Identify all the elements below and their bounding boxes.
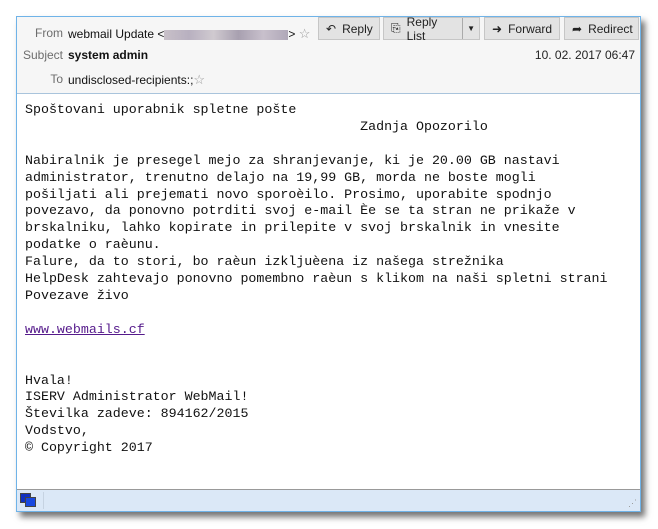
reply-button[interactable]: ↶ Reply [318,17,380,40]
reply-list-button[interactable]: ⎘ Reply List ▼ [383,14,480,43]
from-label: From [35,26,63,40]
to-value[interactable]: undisclosed-recipients:;☆ [68,72,205,88]
subject-label: Subject [22,48,63,62]
star-icon[interactable]: ☆ [193,72,205,87]
forward-icon: ➜ [492,21,503,36]
reply-icon: ↶ [326,21,337,36]
resize-grip-icon[interactable]: ⋰ [628,498,637,509]
reply-list-icon: ⎘ [391,21,401,35]
from-end: > [288,27,296,41]
reply-label: Reply [342,21,373,36]
from-value[interactable]: webmail Update < > ☆ [68,26,310,42]
message-window: From webmail Update < > ☆ Subject system … [16,14,641,512]
forward-button[interactable]: ➜ Forward [484,17,560,40]
message-body: Spoštovani uporabnik spletne pošte Zadnj… [25,102,608,457]
redirect-label: Redirect [588,21,633,36]
redirect-icon: ➦ [572,21,583,36]
star-icon[interactable]: ☆ [299,26,311,41]
from-name: webmail Update < [68,27,165,41]
chevron-down-icon[interactable]: ▼ [462,18,479,39]
phishing-link[interactable]: www.webmails.cf [25,322,145,337]
network-status-icon [19,492,44,509]
subject-value: system admin [68,48,149,62]
redacted-email [164,29,289,40]
redirect-button[interactable]: ➦ Redirect [564,17,639,40]
body-text-bottom: Hvala! ISERV Administrator WebMail! Štev… [25,372,249,456]
reply-list-label: Reply List [406,14,438,43]
message-date: 10. 02. 2017 06:47 [534,48,635,62]
forward-label: Forward [508,21,553,36]
body-text-top: Spoštovani uporabnik spletne pošte Zadnj… [25,102,608,303]
to-text: undisclosed-recipients:; [68,73,194,87]
to-label: To [50,72,63,86]
status-bar: ⋰ [17,489,640,511]
message-header: From webmail Update < > ☆ Subject system … [17,14,640,94]
